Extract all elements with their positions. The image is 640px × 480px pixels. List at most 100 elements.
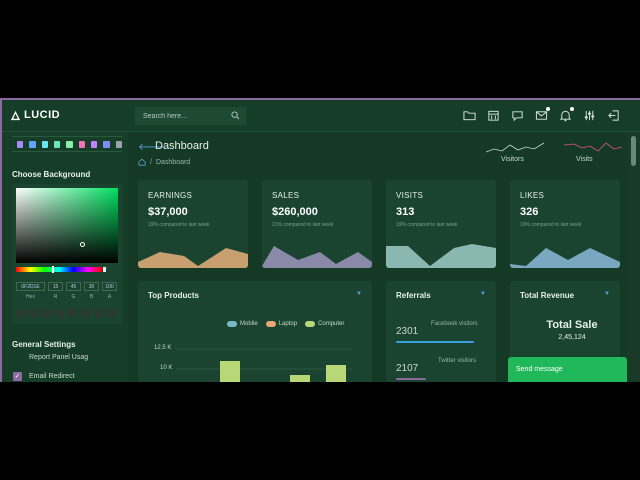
card-note: 19% compared to last week [396,222,458,228]
choose-background-title: Choose Background [12,170,91,179]
hue-slider-handle[interactable] [52,266,54,273]
card-note: 19% compared to last week [148,222,210,228]
page-title: Dashboard [155,140,209,152]
report-panel-setting[interactable]: Report Panel Usag [29,354,88,361]
b-label: B [89,294,94,300]
hex-label: Hex [26,294,35,300]
caret-down-icon[interactable]: ▼ [480,291,486,297]
email-redirect-checkbox[interactable]: ✓ [13,372,22,381]
preset-color[interactable] [55,309,64,317]
card-value: $37,000 [148,206,188,218]
theme-swatch[interactable] [53,140,61,148]
card-value: 326 [520,206,539,218]
referral-progress-bar [396,341,474,343]
nav-icon-group [463,107,620,122]
bar-computer [220,361,240,382]
preset-color[interactable] [94,309,103,317]
sales-card: SALES $260,000 21% compared to last week [262,180,372,268]
breadcrumb-dashboard[interactable]: Dashboard [156,159,190,166]
theme-swatch[interactable] [41,140,48,148]
browser-viewport: LUCID Search here... Choose Background 0… [0,98,640,382]
scrollbar-thumb[interactable] [631,136,636,166]
caret-down-icon[interactable]: ▼ [604,291,610,297]
preset-color[interactable] [68,309,77,317]
earnings-card: EARNINGS $37,000 19% compared to last we… [138,180,248,268]
saturation-cursor[interactable] [80,242,85,247]
a-field[interactable]: 100 [102,282,117,291]
saturation-area[interactable] [16,188,118,263]
r-label: R [53,294,58,300]
email-redirect-setting[interactable]: Email Redirect [29,373,75,380]
preset-color[interactable] [81,309,90,317]
visits-area-chart [386,244,496,268]
preset-color[interactable] [16,309,25,317]
brand-logo[interactable]: LUCID [10,109,60,121]
theme-swatch[interactable] [29,140,36,148]
g-field[interactable]: 45 [66,282,81,291]
earnings-area-chart [138,248,248,268]
referral-count: 2107 [396,363,419,374]
chat-icon[interactable] [511,109,524,122]
likes-card: LIKES 326 19% compared to last week [510,180,620,268]
sliders-icon[interactable] [583,109,596,122]
sidebar: Choose Background 0F2D1E 15 45 30 100 He… [2,132,128,382]
color-picker: 0F2D1E 15 45 30 100 Hex R G B A [12,184,122,324]
referral-label: Facebook visitors [431,321,478,327]
preset-color[interactable] [29,309,38,317]
main-content: 🡐 Dashboard / Dashboard Visitors Visits … [128,132,628,382]
total-sale-title: Total Sale [546,319,598,331]
picker-labels: Hex R G B A [16,294,117,300]
preset-color[interactable] [42,309,51,317]
folder-icon[interactable] [463,109,476,122]
mail-icon[interactable] [535,107,550,122]
bar-computer [290,375,310,382]
bell-badge-dot [570,107,574,111]
card-title: VISITS [396,191,424,200]
breadcrumb-separator: / [150,158,152,166]
picker-fields: 0F2D1E 15 45 30 100 [16,282,117,291]
theme-swatch[interactable] [78,140,85,148]
theme-swatch[interactable] [17,140,24,148]
search-icon[interactable] [231,111,240,120]
bell-icon[interactable] [559,107,574,122]
home-icon[interactable] [138,158,146,166]
r-field[interactable]: 15 [48,282,63,291]
likes-area-chart [510,248,620,268]
card-title: LIKES [520,191,545,200]
referral-row-twitter: 2107 Twitter visitors [396,358,488,380]
mail-badge-dot [546,107,550,111]
card-note: 21% compared to last week [272,222,334,228]
theme-swatch[interactable] [115,140,122,148]
alpha-slider[interactable] [103,267,106,272]
a-label: A [107,294,112,300]
calendar-icon[interactable] [487,109,500,122]
theme-swatch[interactable] [90,140,98,148]
logout-icon[interactable] [607,109,620,122]
hue-slider[interactable] [16,267,102,272]
bar-computer [326,365,346,382]
preset-color[interactable] [107,309,116,317]
visits-card: VISITS 313 19% compared to last week [386,180,496,268]
referral-row-facebook: 2301 Facebook visitors [396,321,488,343]
referral-count: 2301 [396,326,419,337]
panel-title: Total Revenue [520,291,575,300]
card-title: SALES [272,191,300,200]
page-scrollbar[interactable] [628,132,640,382]
top-products-panel: Top Products ▼ Mobile Laptop Computer 12… [138,281,372,382]
total-sale-value: 2,45,124 [558,334,586,341]
b-field[interactable]: 30 [84,282,99,291]
search-input[interactable] [135,107,231,125]
send-message-button[interactable]: Send message [508,357,627,382]
hex-field[interactable]: 0F2D1E [16,282,45,291]
search-box [135,107,246,125]
visitors-label: Visitors [501,156,524,163]
theme-swatch[interactable] [103,140,110,148]
theme-swatch[interactable] [66,140,73,148]
visitors-sparkline [486,142,544,153]
card-value: $260,000 [272,206,318,218]
visits-label: Visits [576,156,593,163]
referrals-panel: Referrals ▼ 2301 Facebook visitors 2107 … [386,281,496,382]
top-navbar: LUCID [2,100,640,132]
card-note: 19% compared to last week [520,222,582,228]
general-settings-title: General Settings [12,340,76,349]
